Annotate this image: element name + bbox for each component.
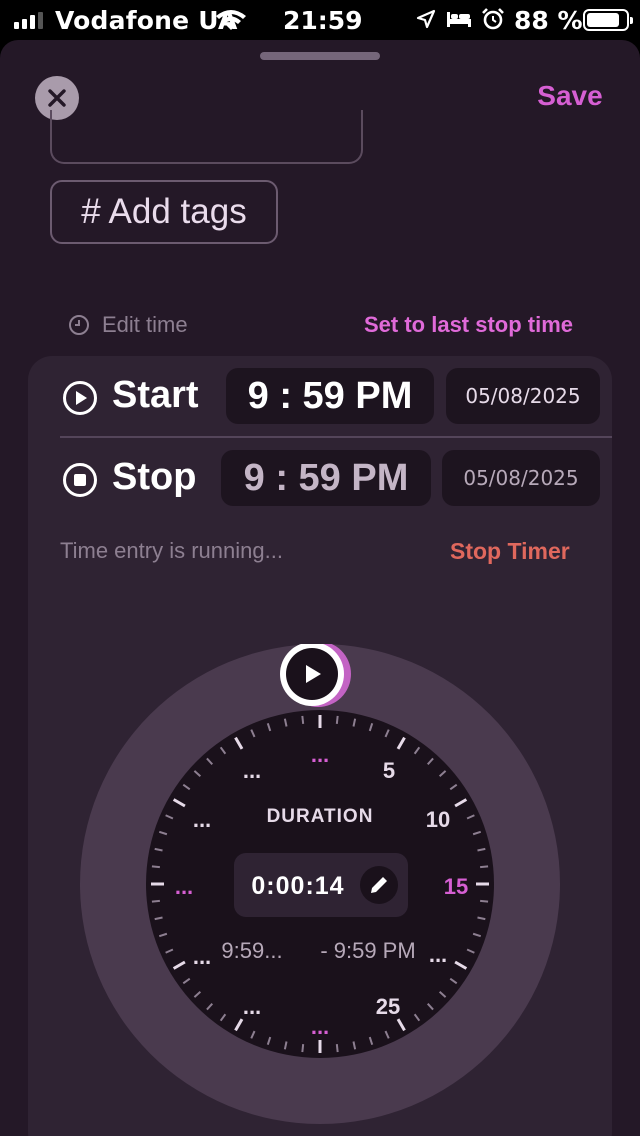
dial-tick <box>151 899 160 903</box>
location-arrow-icon <box>416 9 436 29</box>
dial-tick <box>335 715 339 724</box>
signal-icon <box>14 12 43 29</box>
clock-icon <box>69 315 89 335</box>
range-end-time: - 9:59 PM <box>320 938 415 963</box>
dial-mark-20: ... <box>429 942 447 967</box>
sheet-grabber[interactable] <box>260 52 380 60</box>
dial-tick <box>335 1044 339 1053</box>
dial-tick <box>480 865 489 869</box>
dial-tick <box>480 899 489 903</box>
bed-icon <box>447 12 471 27</box>
range-start-time: 9:59... <box>221 938 282 963</box>
time-card: Start 9 : 59 PM 05/08/2025 Stop 9 : 59 P… <box>28 356 612 1136</box>
pencil-icon[interactable] <box>360 866 398 904</box>
edit-time-label: Edit time <box>68 312 188 338</box>
divider <box>60 436 612 438</box>
running-status-text: Time entry is running... <box>60 538 283 563</box>
battery-icon <box>583 9 633 31</box>
play-circle-icon <box>63 381 97 415</box>
description-field[interactable] <box>50 110 363 164</box>
stop-row: Stop 9 : 59 PM 05/08/2025 <box>28 450 612 510</box>
dial-tick <box>301 715 305 724</box>
stop-label: Stop <box>112 456 197 498</box>
dial-mark-50: ... <box>193 807 211 832</box>
dial-mark-30: ... <box>311 1014 329 1039</box>
dial-tick <box>151 865 160 869</box>
dial-mark-35: ... <box>243 994 261 1019</box>
dial-tick <box>301 1044 305 1053</box>
duration-value: 0:00:14 <box>251 872 344 900</box>
dial-mark-55: ... <box>243 758 261 783</box>
start-row: Start 9 : 59 PM 05/08/2025 <box>28 368 612 428</box>
battery-percent: 88 % <box>514 6 583 35</box>
dial-mark-5: 5 <box>383 758 395 783</box>
set-last-stop-button[interactable]: Set to last stop time <box>364 312 573 338</box>
edit-time-text: Edit time <box>102 312 188 337</box>
dial-mark-15: 15 <box>444 874 468 899</box>
edit-entry-sheet: Save # Add tags Edit time Set to last st… <box>0 40 640 1136</box>
carrier-name: Vodafone UA <box>55 6 238 35</box>
dial-handle[interactable] <box>280 644 351 707</box>
start-date-button[interactable]: 05/08/2025 <box>446 368 600 424</box>
stop-time-button[interactable]: 9 : 59 PM <box>221 450 431 506</box>
duration-dial[interactable]: ... 5 10 15 ... 25 ... ... ... ... ... .… <box>80 644 560 1124</box>
alarm-icon <box>482 8 504 30</box>
wifi-icon <box>216 10 246 30</box>
status-time: 21:59 <box>283 6 363 35</box>
dial-mark-25: 25 <box>376 994 400 1019</box>
stop-circle-icon <box>63 463 97 497</box>
status-bar: Vodafone UA 21:59 88 % <box>0 0 640 40</box>
start-label: Start <box>112 374 199 416</box>
start-time-button[interactable]: 9 : 59 PM <box>226 368 434 424</box>
dial-mark-10: 10 <box>426 807 450 832</box>
duration-label: DURATION <box>267 806 374 827</box>
dial-mark-45: ... <box>175 874 193 899</box>
close-icon <box>48 89 66 107</box>
dial-mark-0: ... <box>311 742 329 767</box>
add-tags-button[interactable]: # Add tags <box>50 180 278 244</box>
dial-mark-40: ... <box>193 944 211 969</box>
stop-timer-button[interactable]: Stop Timer <box>450 538 570 565</box>
save-button[interactable]: Save <box>520 80 620 112</box>
stop-date-button[interactable]: 05/08/2025 <box>442 450 600 506</box>
